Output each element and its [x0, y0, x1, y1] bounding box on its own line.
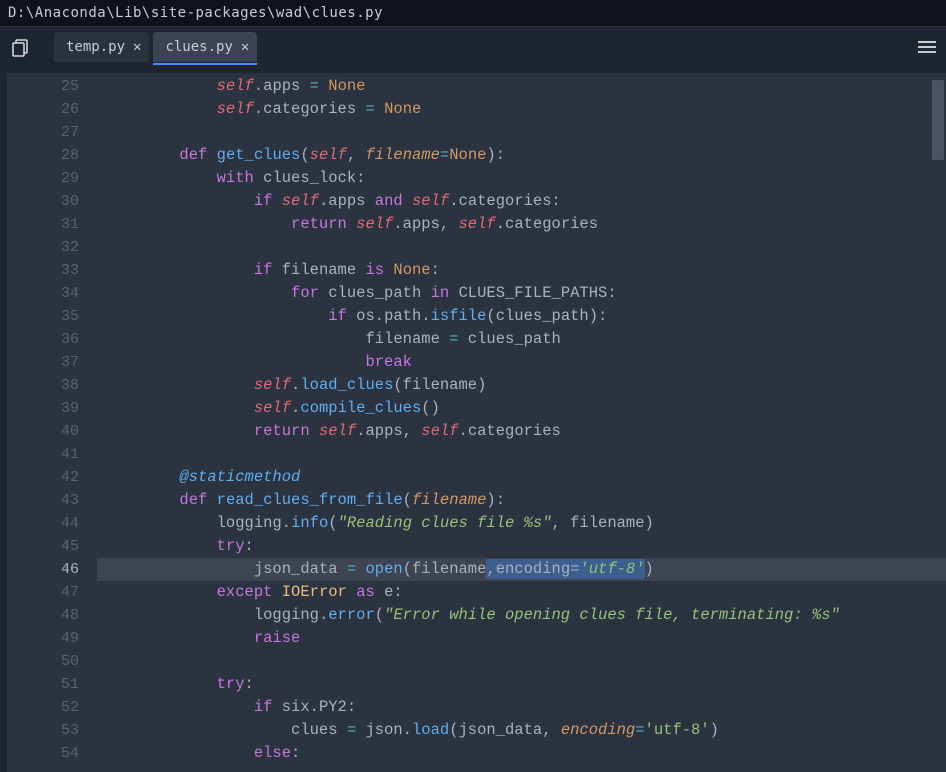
code-line: raise: [97, 627, 946, 650]
code-line: [97, 121, 946, 144]
line-number: 40: [7, 420, 79, 443]
code-line: self.apps = None: [97, 75, 946, 98]
code-line: [97, 650, 946, 673]
code-area[interactable]: self.apps = None self.categories = None …: [97, 73, 946, 772]
line-number: 42: [7, 466, 79, 489]
editor[interactable]: 2526272829303132333435363738394041424344…: [0, 66, 946, 772]
line-number: 30: [7, 190, 79, 213]
line-number: 37: [7, 351, 79, 374]
code-line: logging.error("Error while opening clues…: [97, 604, 946, 627]
code-line: except IOError as e:: [97, 581, 946, 604]
line-number: 25: [7, 75, 79, 98]
line-number: 47: [7, 581, 79, 604]
tab-temp-py[interactable]: temp.py ✕: [54, 32, 149, 62]
line-number: 27: [7, 121, 79, 144]
line-number: 39: [7, 397, 79, 420]
line-number: 54: [7, 742, 79, 765]
line-number: 28: [7, 144, 79, 167]
code-line: if self.apps and self.categories:: [97, 190, 946, 213]
line-number: 41: [7, 443, 79, 466]
code-line: for clues_path in CLUES_FILE_PATHS:: [97, 282, 946, 305]
files-icon[interactable]: [10, 35, 34, 59]
scrollbar-thumb[interactable]: [932, 80, 944, 160]
code-line-current: json_data = open(filename,encoding='utf-…: [97, 558, 946, 581]
file-path: D:\Anaconda\Lib\site-packages\wad\clues.…: [8, 5, 383, 21]
line-number: 35: [7, 305, 79, 328]
code-line: with clues_lock:: [97, 167, 946, 190]
line-number: 44: [7, 512, 79, 535]
code-line: self.compile_clues(): [97, 397, 946, 420]
line-number: 50: [7, 650, 79, 673]
toolbar: temp.py ✕ clues.py ✕: [0, 26, 946, 66]
code-line: if os.path.isfile(clues_path):: [97, 305, 946, 328]
code-line: filename = clues_path: [97, 328, 946, 351]
hamburger-icon[interactable]: [918, 41, 936, 53]
line-number: 38: [7, 374, 79, 397]
code-line: try:: [97, 673, 946, 696]
line-gutter: 2526272829303132333435363738394041424344…: [7, 73, 97, 772]
tab-clues-py[interactable]: clues.py ✕: [153, 32, 257, 62]
line-number: 34: [7, 282, 79, 305]
line-number: 49: [7, 627, 79, 650]
code-line: if filename is None:: [97, 259, 946, 282]
code-line: clues = json.load(json_data, encoding='u…: [97, 719, 946, 742]
code-line: [97, 236, 946, 259]
tab-bar: temp.py ✕ clues.py ✕: [54, 32, 257, 62]
line-number: 33: [7, 259, 79, 282]
code-line: return self.apps, self.categories: [97, 213, 946, 236]
line-number: 53: [7, 719, 79, 742]
code-line: self.load_clues(filename): [97, 374, 946, 397]
line-number: 48: [7, 604, 79, 627]
code-line: self.categories = None: [97, 98, 946, 121]
code-line: [97, 443, 946, 466]
line-number: 51: [7, 673, 79, 696]
code-line: return self.apps, self.categories: [97, 420, 946, 443]
close-icon[interactable]: ✕: [133, 39, 141, 55]
code-line: def read_clues_from_file(filename):: [97, 489, 946, 512]
code-line: break: [97, 351, 946, 374]
code-line: logging.info("Reading clues file %s", fi…: [97, 512, 946, 535]
code-line: def get_clues(self, filename=None):: [97, 144, 946, 167]
close-icon[interactable]: ✕: [241, 39, 249, 55]
line-number: 32: [7, 236, 79, 259]
code-line: if six.PY2:: [97, 696, 946, 719]
tab-label: temp.py: [66, 39, 125, 55]
line-number: 52: [7, 696, 79, 719]
line-number: 36: [7, 328, 79, 351]
line-number: 26: [7, 98, 79, 121]
line-number: 46: [7, 558, 79, 581]
line-number: 45: [7, 535, 79, 558]
line-number: 29: [7, 167, 79, 190]
tab-label: clues.py: [165, 39, 232, 55]
line-number: 43: [7, 489, 79, 512]
code-line: try:: [97, 535, 946, 558]
line-number: 31: [7, 213, 79, 236]
titlebar: D:\Anaconda\Lib\site-packages\wad\clues.…: [0, 0, 946, 26]
code-line: else:: [97, 742, 946, 765]
code-line: @staticmethod: [97, 466, 946, 489]
